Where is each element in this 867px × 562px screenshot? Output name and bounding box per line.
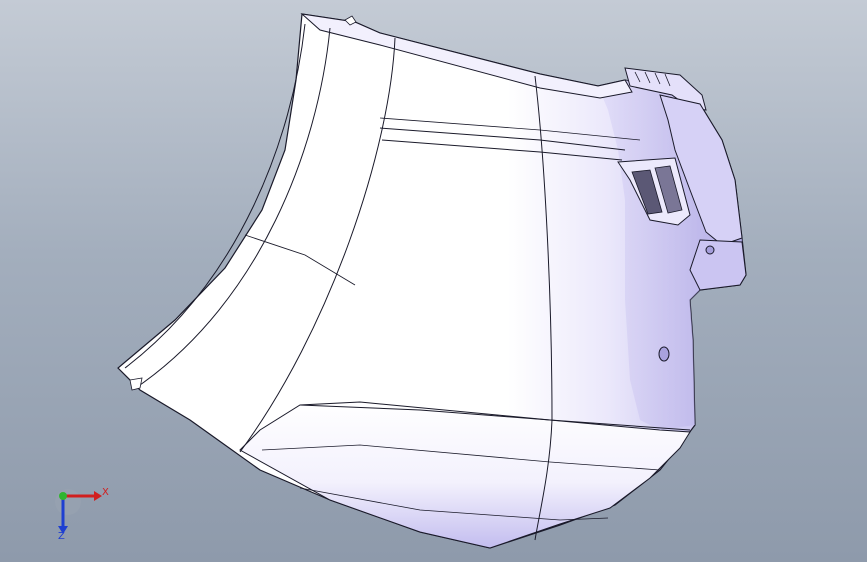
sensor-hole bbox=[658, 346, 670, 362]
triad-origin-shadow bbox=[55, 489, 81, 515]
lower-mount-tab bbox=[689, 239, 747, 291]
graphics-viewport[interactable]: X Z bbox=[0, 0, 867, 562]
x-axis-arrow bbox=[94, 491, 102, 501]
mount-hole bbox=[705, 245, 715, 255]
y-axis-origin bbox=[59, 492, 67, 500]
z-axis-label: Z bbox=[58, 531, 65, 542]
left-tip-clip bbox=[129, 377, 143, 391]
x-axis-label: X bbox=[102, 487, 109, 498]
3d-model-bumper[interactable] bbox=[0, 0, 867, 562]
coordinate-triad: X Z bbox=[44, 480, 114, 546]
